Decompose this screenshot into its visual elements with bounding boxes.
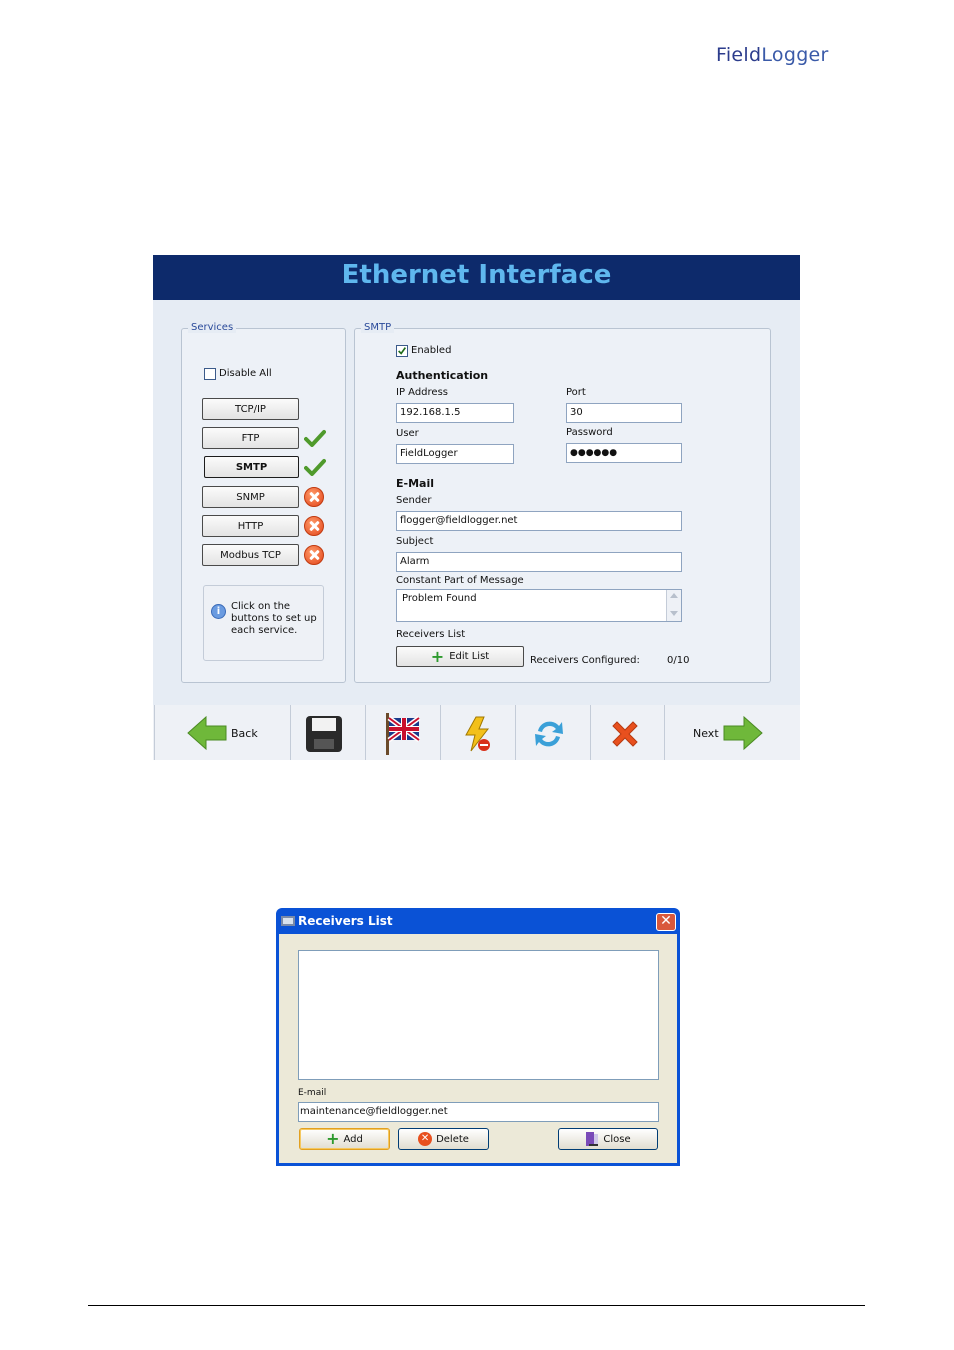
footer-rule xyxy=(88,1305,865,1306)
next-button[interactable]: Next xyxy=(666,705,799,760)
subject-label: Subject xyxy=(396,536,434,547)
password-label: Password xyxy=(566,427,613,438)
sender-label: Sender xyxy=(396,495,432,506)
password-input[interactable]: ●●●●●● xyxy=(566,443,682,463)
error-x-icon xyxy=(304,487,324,507)
sender-input[interactable]: flogger@fieldlogger.net xyxy=(396,511,682,531)
snmp-button[interactable]: SNMP xyxy=(202,486,299,508)
window-title: Ethernet Interface xyxy=(341,260,612,290)
disconnect-icon[interactable] xyxy=(462,715,494,753)
save-disk-icon[interactable] xyxy=(305,715,343,753)
dialog-title: Receivers List xyxy=(298,914,393,928)
enabled-checkbox[interactable] xyxy=(396,345,408,357)
refresh-icon[interactable] xyxy=(532,717,566,751)
close-icon[interactable]: ✕ xyxy=(656,913,676,931)
arrow-right-icon xyxy=(723,715,763,751)
http-button[interactable]: HTTP xyxy=(202,515,299,537)
message-text: Problem Found xyxy=(402,593,477,604)
disable-all-checkbox[interactable] xyxy=(204,368,216,380)
ethernet-interface-window: Ethernet Interface Services Disable All … xyxy=(153,255,800,760)
delete-label: Delete xyxy=(436,1133,469,1145)
receivers-configured-label: Receivers Configured: xyxy=(530,655,640,666)
close-button[interactable]: Close xyxy=(558,1128,658,1150)
door-exit-icon xyxy=(586,1132,599,1146)
enabled-label: Enabled xyxy=(411,345,452,356)
cancel-x-icon[interactable] xyxy=(608,717,642,751)
edit-list-label: Edit List xyxy=(449,651,490,662)
email-label: E-mail xyxy=(298,1088,327,1098)
info-icon: i xyxy=(211,604,226,619)
add-button[interactable]: + Add xyxy=(299,1128,390,1150)
bottom-toolbar: Back Next xyxy=(153,705,800,760)
plus-icon: + xyxy=(326,1129,340,1148)
message-scrollbar[interactable] xyxy=(666,590,681,621)
email-input[interactable]: maintenance@fieldlogger.net xyxy=(298,1102,659,1122)
email-heading: E-Mail xyxy=(396,477,434,490)
info-text: Click on the buttons to set up each serv… xyxy=(231,601,317,636)
edit-list-button[interactable]: + Edit List xyxy=(396,646,524,667)
smtp-legend: SMTP xyxy=(361,322,395,333)
message-textarea[interactable]: Problem Found xyxy=(396,589,682,622)
dialog-body: E-mail maintenance@fieldlogger.net + Add… xyxy=(279,934,677,1163)
delete-button[interactable]: ✕ Delete xyxy=(398,1128,489,1150)
disable-all-label: Disable All xyxy=(219,368,272,379)
ok-check-icon xyxy=(304,430,326,447)
ip-address-input[interactable]: 192.168.1.5 xyxy=(396,403,514,423)
fieldlogger-logo: FieldLogger xyxy=(716,44,829,66)
scroll-down-icon[interactable] xyxy=(670,611,678,616)
back-label: Back xyxy=(231,727,258,740)
ok-check-icon xyxy=(304,459,326,476)
receivers-listbox[interactable] xyxy=(298,950,659,1080)
authentication-heading: Authentication xyxy=(396,369,489,382)
scroll-up-icon[interactable] xyxy=(670,593,678,598)
port-label: Port xyxy=(566,387,586,398)
subject-input[interactable]: Alarm xyxy=(396,552,682,572)
port-input[interactable]: 30 xyxy=(566,403,682,423)
user-label: User xyxy=(396,428,419,439)
plus-icon: + xyxy=(430,646,445,666)
receivers-configured-value: 0/10 xyxy=(667,655,690,666)
error-x-icon xyxy=(304,545,324,565)
arrow-left-icon xyxy=(187,715,227,751)
delete-x-icon: ✕ xyxy=(418,1132,433,1146)
checkmark-icon xyxy=(398,347,407,355)
next-label: Next xyxy=(693,727,719,740)
modbus-tcp-button[interactable]: Modbus TCP xyxy=(202,544,299,566)
ftp-button[interactable]: FTP xyxy=(202,427,299,449)
error-x-icon xyxy=(304,516,324,536)
back-button[interactable]: Back xyxy=(156,705,289,760)
receivers-list-dialog: Receivers List ✕ E-mail maintenance@fiel… xyxy=(276,908,680,1166)
services-legend: Services xyxy=(188,322,237,333)
smtp-button[interactable]: SMTP xyxy=(204,456,299,478)
close-label: Close xyxy=(603,1133,631,1145)
tcpip-button[interactable]: TCP/IP xyxy=(202,398,299,420)
message-label: Constant Part of Message xyxy=(396,575,524,586)
ip-address-label: IP Address xyxy=(396,387,448,398)
language-flag-icon[interactable] xyxy=(382,713,422,755)
window-app-icon xyxy=(281,916,295,926)
user-input[interactable]: FieldLogger xyxy=(396,444,514,464)
receivers-list-label: Receivers List xyxy=(396,629,466,640)
add-label: Add xyxy=(343,1133,363,1145)
